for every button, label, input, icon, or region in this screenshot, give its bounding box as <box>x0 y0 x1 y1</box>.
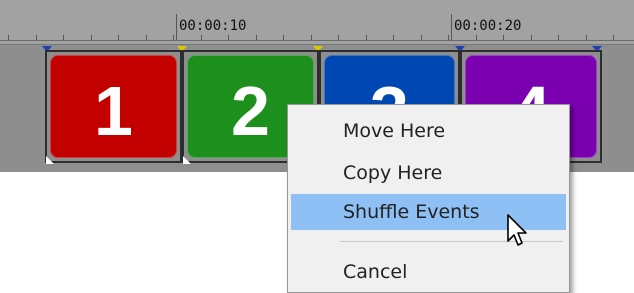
timecode-label: 00:00:10 <box>179 18 247 34</box>
event-corner-marker <box>183 156 191 164</box>
menu-item-cancel[interactable]: Cancel <box>291 254 566 290</box>
clip-number: 1 <box>94 72 133 150</box>
event-clip-1[interactable]: 1 <box>45 50 182 163</box>
context-menu: Move Here Copy Here Shuffle Events Cance… <box>287 104 570 293</box>
ruler-major-tick <box>176 14 177 40</box>
timeline-ruler[interactable]: 00:00:10 00:00:20 <box>0 0 634 45</box>
timecode-label: 00:00:20 <box>454 18 522 34</box>
menu-item-move-here[interactable]: Move Here <box>291 113 566 149</box>
mouse-pointer-icon <box>507 214 527 246</box>
ruler-major-tick <box>451 14 452 40</box>
event-corner-marker <box>46 156 54 164</box>
menu-item-copy-here[interactable]: Copy Here <box>291 155 566 191</box>
ruler-baseline <box>0 40 634 41</box>
